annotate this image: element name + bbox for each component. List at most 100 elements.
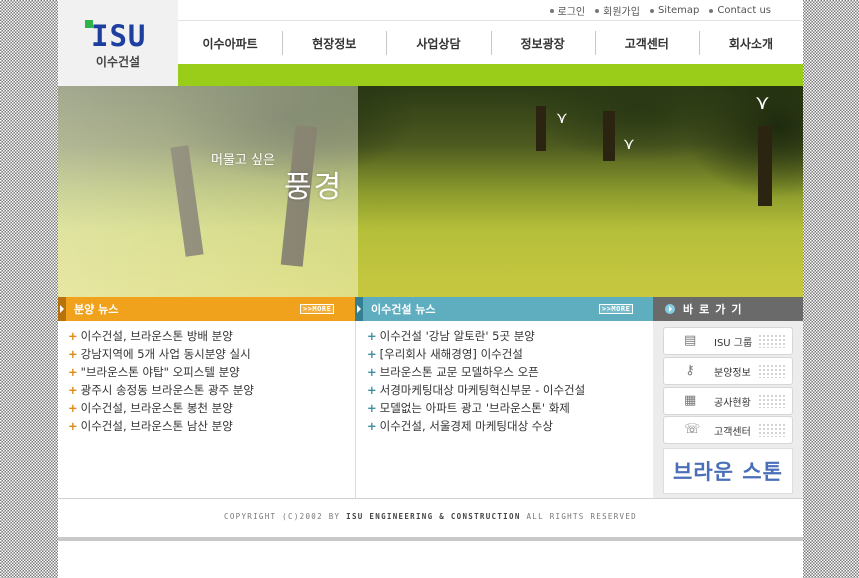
header-arrow [58, 297, 66, 321]
nav-item-customer-center[interactable]: 고객센터 [594, 30, 699, 55]
plus-icon: + [68, 419, 78, 433]
list-item[interactable]: + 광주시 송정동 브라운스톤 광주 분양 [68, 381, 254, 399]
main-nav: 이수아파트 현장정보 사업상담 정보광장 고객센터 회사소개 [178, 22, 803, 64]
plus-icon: + [367, 329, 377, 343]
utility-links: 로그인 회원가입 Sitemap Contact us [549, 3, 771, 18]
arrow-right-icon [357, 305, 361, 313]
bird-icon: ⋎ [755, 90, 770, 114]
news-link[interactable]: 모델없는 아파트 광고 '브라운스톤' 화제 [380, 401, 570, 415]
column-divider [355, 321, 356, 498]
list-item[interactable]: + 이수건설, 서울경제 마케팅대상 수상 [367, 417, 585, 435]
shortcut-label: 고객센터 [714, 426, 751, 438]
plus-icon: + [367, 401, 377, 415]
logo[interactable]: ISU 이수건설 [58, 0, 178, 86]
key-icon: ⚷ [685, 363, 695, 378]
plus-icon: + [68, 347, 78, 361]
nav-item-info-plaza[interactable]: 정보광장 [490, 30, 595, 55]
contact-label: Contact us [717, 5, 771, 16]
shortcuts-header: 바로가기 [653, 297, 803, 321]
shortcut-construction-button[interactable]: ▦ 공사현황 [663, 387, 793, 415]
shortcut-label: 공사현황 [714, 397, 751, 409]
company-news-list: + 이수건설 '강남 알토란' 5곳 분양 + [우리회사 새해경영] 이수건설 +… [367, 327, 585, 435]
login-link[interactable]: 로그인 [549, 3, 585, 18]
dot-pattern [758, 423, 786, 437]
dot-pattern [758, 334, 786, 348]
building-icon: ▤ [684, 333, 697, 348]
shortcut-isu-group-button[interactable]: ▤ ISU 그룹 [663, 327, 793, 355]
news-link[interactable]: 이수건설, 서울경제 마케팅대상 수상 [380, 419, 553, 433]
contact-link[interactable]: Contact us [709, 3, 771, 18]
plus-icon: + [68, 383, 78, 397]
logo-text: ISU [91, 19, 147, 53]
header-arrow [355, 297, 363, 321]
nav-item-apartment[interactable]: 이수아파트 [178, 35, 282, 52]
news-link[interactable]: 강남지역에 5개 사업 동시분양 실시 [81, 347, 251, 361]
hero-banner: ⋎ ⋎ ⋎ 머물고 싶은 풍경 [58, 86, 803, 297]
list-item[interactable]: + "브라운스톤 야탑" 오피스텔 분양 [68, 363, 254, 381]
bullet-icon [549, 8, 554, 13]
plus-icon: + [68, 329, 78, 343]
company-news-header: 이수건설 뉴스 >>MORE [355, 297, 653, 321]
news-link[interactable]: [우리회사 새해경영] 이수건설 [380, 347, 523, 361]
list-item[interactable]: + 서경마케팅대상 마케팅혁신부문 - 이수건설 [367, 381, 585, 399]
list-item[interactable]: + 이수건설, 브라운스톤 남산 분양 [68, 417, 254, 435]
sitemap-link[interactable]: Sitemap [649, 3, 700, 18]
list-item[interactable]: + 이수건설, 브라운스톤 봉천 분양 [68, 399, 254, 417]
news-link[interactable]: 서경마케팅대상 마케팅혁신부문 - 이수건설 [380, 383, 586, 397]
bottom-bar [58, 537, 803, 541]
accent-bar [178, 64, 803, 86]
shortcuts-panel: ▤ ISU 그룹 ⚷ 분양정보 ▦ 공사현황 ☏ 고객센터 브라운 스톤 [653, 321, 803, 498]
shortcut-sales-info-button[interactable]: ⚷ 분양정보 [663, 357, 793, 385]
page: ISU 이수건설 로그인 회원가입 Sitemap Contact us 이수아… [58, 0, 803, 578]
company-name: 이수건설 [95, 55, 141, 69]
sales-news-list: + 이수건설, 브라운스톤 방배 분양 + 강남지역에 5개 사업 동시분양 실시 … [68, 327, 254, 435]
copyright-prefix: COPYRIGHT (C)2002 BY [224, 512, 341, 521]
news-link[interactable]: 이수건설, 브라운스톤 봉천 분양 [81, 401, 233, 415]
brownstone-banner[interactable]: 브라운 스톤 [663, 448, 793, 494]
sales-news-more-button[interactable]: >>MORE [300, 304, 335, 314]
plus-icon: + [367, 347, 377, 361]
bird-icon: ⋎ [623, 134, 635, 153]
bullet-icon [649, 8, 654, 13]
sales-news-title: 분양 뉴스 [74, 303, 119, 316]
shortcut-customer-center-button[interactable]: ☏ 고객센터 [663, 416, 793, 444]
news-link[interactable]: 이수건설, 브라운스톤 남산 분양 [81, 419, 233, 433]
news-link[interactable]: 이수건설, 브라운스톤 방배 분양 [81, 329, 233, 343]
list-item[interactable]: + 브라운스톤 교문 모델하우스 오픈 [367, 363, 585, 381]
arrow-right-icon [60, 305, 64, 313]
signup-label: 회원가입 [603, 7, 640, 18]
dot-pattern [758, 364, 786, 378]
news-link[interactable]: "브라운스톤 야탑" 오피스텔 분양 [81, 365, 240, 379]
footer-copyright: COPYRIGHT (C)2002 BY ISU ENGINEERING & C… [58, 512, 803, 521]
tree-trunk [603, 111, 615, 161]
copyright-suffix: ALL RIGHTS RESERVED [526, 512, 637, 521]
nav-item-site-info[interactable]: 현장정보 [282, 30, 386, 55]
shortcuts-title: 바로가기 [683, 303, 748, 316]
list-item[interactable]: + 모델없는 아파트 광고 '브라운스톤' 화제 [367, 399, 585, 417]
circle-arrow-icon [665, 304, 675, 314]
shortcut-label: ISU 그룹 [714, 337, 753, 349]
plus-icon: + [367, 365, 377, 379]
signup-link[interactable]: 회원가입 [595, 3, 640, 18]
list-item[interactable]: + 강남지역에 5개 사업 동시분양 실시 [68, 345, 254, 363]
list-item[interactable]: + [우리회사 새해경영] 이수건설 [367, 345, 585, 363]
list-item[interactable]: + 이수건설 '강남 알토란' 5곳 분양 [367, 327, 585, 345]
footer-divider [58, 498, 803, 499]
plus-icon: + [68, 401, 78, 415]
list-item[interactable]: + 이수건설, 브라운스톤 방배 분양 [68, 327, 254, 345]
nav-item-consult[interactable]: 사업상담 [386, 30, 490, 55]
shortcut-label: 분양정보 [714, 367, 751, 379]
phone-icon: ☏ [684, 422, 701, 437]
news-link[interactable]: 이수건설 '강남 알토란' 5곳 분양 [380, 329, 535, 343]
nav-item-company[interactable]: 회사소개 [698, 30, 803, 55]
utility-divider [178, 20, 803, 21]
tree-trunk [758, 126, 772, 206]
hero-subtitle: 머물고 싶은 [211, 153, 275, 168]
company-news-more-button[interactable]: >>MORE [599, 304, 634, 314]
tree-trunk [536, 106, 546, 151]
sitemap-label: Sitemap [657, 5, 700, 16]
news-link[interactable]: 광주시 송정동 브라운스톤 광주 분양 [81, 383, 254, 397]
copyright-company: ISU ENGINEERING & CONSTRUCTION [346, 512, 521, 521]
news-link[interactable]: 브라운스톤 교문 모델하우스 오픈 [380, 365, 539, 379]
bullet-icon [595, 8, 600, 13]
